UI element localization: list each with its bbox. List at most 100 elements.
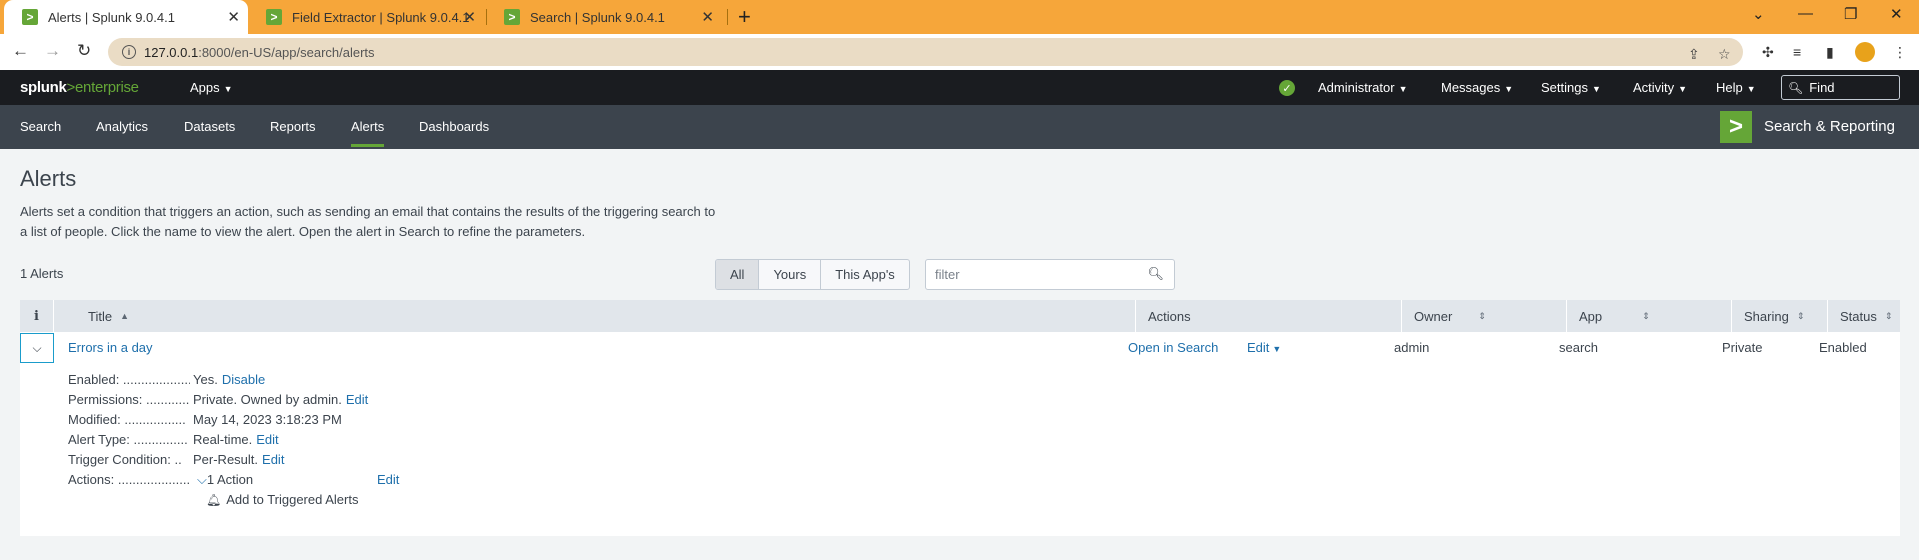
- expand-row-toggle[interactable]: ⌵: [20, 333, 54, 363]
- nav-reports[interactable]: Reports: [270, 119, 316, 134]
- app-column-header[interactable]: App ⇕: [1567, 300, 1732, 332]
- detail-value: Private. Owned by admin. Edit: [193, 392, 368, 407]
- enabled-value: Yes.: [193, 372, 218, 387]
- owner-column-header[interactable]: Owner ⇕: [1402, 300, 1567, 332]
- splunk-favicon-icon: >: [22, 9, 38, 25]
- side-panel-icon[interactable]: ▮: [1826, 44, 1834, 61]
- alert-count: 1 Alerts: [20, 266, 64, 281]
- administrator-menu[interactable]: Administrator ▼: [1318, 80, 1408, 95]
- scope-yours-button[interactable]: Yours: [759, 260, 822, 289]
- user-menu-label: Administrator: [1318, 80, 1395, 95]
- minimize-icon[interactable]: —: [1798, 5, 1813, 22]
- caret-down-icon: ▼: [223, 84, 233, 94]
- browser-tab-search[interactable]: > Search | Splunk 9.0.4.1 ✕: [486, 0, 722, 34]
- caret-down-icon: ▼: [1591, 84, 1601, 94]
- status-column-header[interactable]: Status ⇕: [1828, 300, 1900, 332]
- filter-input[interactable]: filter 🔍︎: [925, 259, 1175, 290]
- logo-gt: >: [66, 79, 76, 96]
- browser-tab-alerts[interactable]: > Alerts | Splunk 9.0.4.1 ✕: [4, 0, 248, 34]
- address-bar[interactable]: i 127.0.0.1:8000/en-US/app/search/alerts…: [108, 38, 1743, 66]
- chevron-down-icon: ⌵: [32, 340, 42, 355]
- close-icon[interactable]: ✕: [701, 8, 714, 26]
- app-logo-icon[interactable]: >: [1720, 111, 1752, 143]
- browser-tab-field-extractor[interactable]: > Field Extractor | Splunk 9.0.4.1 ✕: [248, 0, 484, 34]
- nav-alerts[interactable]: Alerts: [351, 119, 385, 147]
- close-icon[interactable]: ✕: [227, 8, 240, 26]
- apps-menu[interactable]: Apps ▼: [190, 80, 233, 95]
- app-header-label: App: [1579, 308, 1603, 324]
- extensions-icon[interactable]: ✣: [1762, 44, 1774, 61]
- page-title: Alerts: [20, 166, 77, 191]
- detail-value: Real-time. Edit: [193, 432, 279, 447]
- sort-icon: ⇕: [1884, 310, 1893, 321]
- open-in-search-link[interactable]: Open in Search: [1128, 340, 1218, 355]
- scope-filter: All Yours This App's: [715, 259, 910, 290]
- messages-menu[interactable]: Messages ▼: [1441, 80, 1513, 95]
- edit-permissions-link[interactable]: Edit: [346, 392, 368, 407]
- profile-avatar-icon[interactable]: [1855, 42, 1875, 62]
- find-input[interactable]: 🔍︎ Find: [1781, 75, 1900, 100]
- share-icon[interactable]: ⇪: [1688, 46, 1700, 63]
- scope-this-app-button[interactable]: This App's: [821, 260, 909, 289]
- alert-title-link[interactable]: Errors in a day: [68, 340, 153, 355]
- sharing-column-header[interactable]: Sharing ⇕: [1732, 300, 1828, 332]
- splunk-favicon-icon: >: [504, 9, 520, 25]
- close-icon[interactable]: ✕: [463, 8, 476, 26]
- sort-icon: ⇕: [1796, 310, 1805, 321]
- splunk-logo[interactable]: splunk>enterprise: [20, 79, 139, 96]
- site-info-icon[interactable]: i: [122, 45, 136, 59]
- reload-icon[interactable]: ↻: [77, 41, 91, 61]
- scope-all-button[interactable]: All: [716, 260, 760, 289]
- info-column-header: i: [20, 300, 54, 332]
- edit-menu-link[interactable]: Edit ▼: [1247, 340, 1281, 355]
- media-control-icon[interactable]: ≡: [1793, 44, 1801, 60]
- caret-down-icon: ▼: [1678, 84, 1688, 94]
- app-title[interactable]: Search & Reporting: [1764, 118, 1895, 135]
- forward-icon[interactable]: →: [44, 41, 61, 61]
- app-bar: Search Analytics Datasets Reports Alerts…: [0, 105, 1919, 149]
- browser-toolbar: ← → ↻ i 127.0.0.1:8000/en-US/app/search/…: [0, 34, 1919, 70]
- detail-value: Yes. Disable: [193, 372, 265, 387]
- page-description: Alerts set a condition that triggers an …: [20, 204, 716, 239]
- detail-label: Alert Type: ...............: [68, 432, 188, 447]
- restore-icon[interactable]: ❐: [1844, 5, 1857, 23]
- modified-value: May 14, 2023 3:18:23 PM: [193, 412, 342, 427]
- nav-datasets[interactable]: Datasets: [184, 119, 235, 134]
- new-tab-icon[interactable]: +: [738, 4, 751, 30]
- alerts-table: i Title ▲ Actions Owner ⇕ App ⇕ Sharing ⇕ St…: [20, 300, 1900, 536]
- settings-menu-label: Settings: [1541, 80, 1588, 95]
- back-icon[interactable]: ←: [12, 41, 29, 61]
- detail-label: Permissions: ............: [68, 392, 190, 407]
- nav-analytics[interactable]: Analytics: [96, 119, 148, 134]
- detail-actions: Actions: .................... ⌵1 Action …: [68, 472, 408, 492]
- title-column-header[interactable]: Title ▲: [54, 300, 1136, 332]
- tab-search-chevron-icon[interactable]: ⌄: [1752, 5, 1765, 23]
- edit-trigger-link[interactable]: Edit: [262, 452, 284, 467]
- caret-down-icon: ▼: [1746, 84, 1756, 94]
- disable-link[interactable]: Disable: [222, 372, 265, 387]
- bookmark-star-icon[interactable]: ☆: [1718, 46, 1731, 63]
- settings-menu[interactable]: Settings ▼: [1541, 80, 1601, 95]
- detail-label: Actions: ....................: [68, 472, 190, 487]
- edit-actions-link[interactable]: Edit: [377, 472, 399, 487]
- help-menu[interactable]: Help ▼: [1716, 80, 1756, 95]
- edit-alert-type-link[interactable]: Edit: [256, 432, 278, 447]
- sort-ascending-icon: ▲: [120, 311, 129, 321]
- activity-menu[interactable]: Activity ▼: [1633, 80, 1687, 95]
- window-close-icon[interactable]: ✕: [1890, 5, 1903, 23]
- sharing-cell: Private: [1722, 340, 1763, 355]
- caret-down-icon: ▼: [1398, 84, 1408, 94]
- search-icon: 🔍︎: [1788, 80, 1804, 95]
- nav-dashboards[interactable]: Dashboards: [419, 119, 489, 134]
- activity-menu-label: Activity: [1633, 80, 1675, 95]
- nav-search[interactable]: Search: [20, 119, 61, 134]
- messages-menu-label: Messages: [1441, 80, 1501, 95]
- status-cell: Enabled: [1819, 340, 1867, 355]
- health-status-icon[interactable]: ✓: [1279, 80, 1295, 96]
- sharing-header-label: Sharing: [1744, 308, 1789, 324]
- more-menu-icon[interactable]: ⋮: [1893, 44, 1907, 61]
- tab-title: Alerts | Splunk 9.0.4.1: [48, 9, 175, 25]
- tab-title: Search | Splunk 9.0.4.1: [530, 9, 665, 25]
- permissions-value: Private. Owned by admin.: [193, 392, 342, 407]
- actions-toggle[interactable]: ⌵1 Action: [193, 472, 253, 488]
